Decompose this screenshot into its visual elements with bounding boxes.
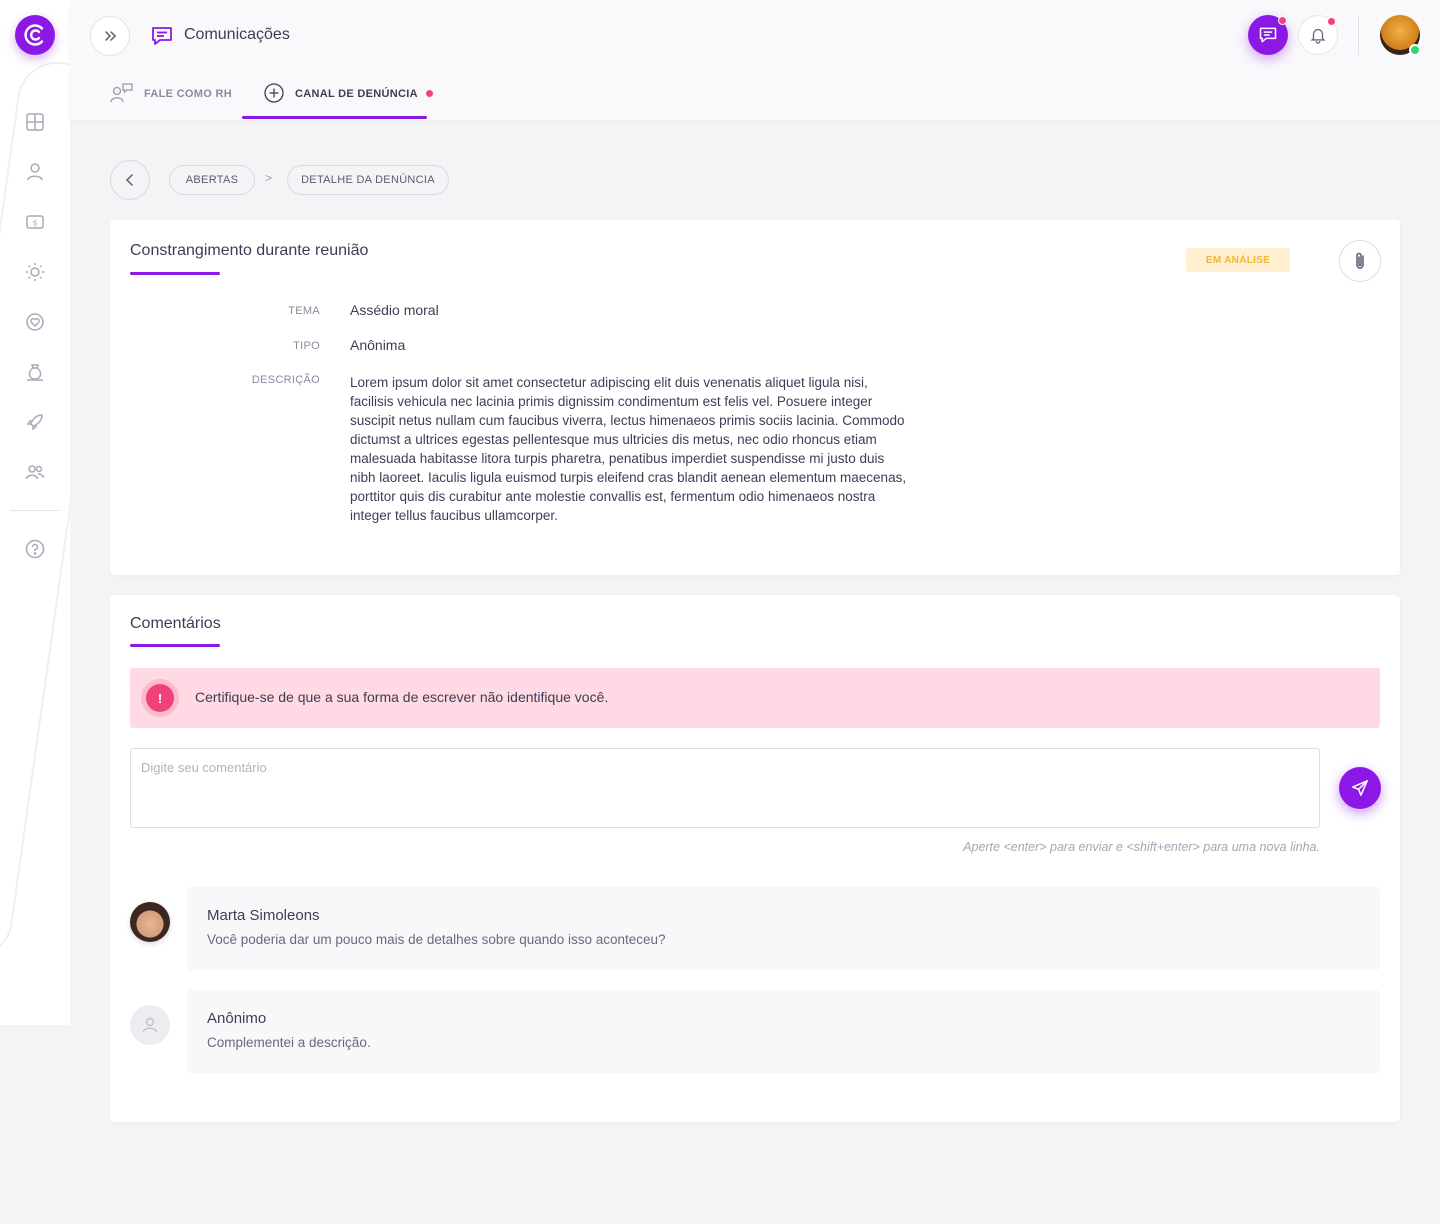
tab-label: CANAL DE DENÚNCIA (295, 88, 418, 100)
tab-fale-como-rh[interactable]: FALE COMO RH (110, 83, 232, 120)
input-hint: Aperte <enter> para enviar e <shift+ente… (963, 840, 1320, 854)
back-button[interactable] (110, 160, 150, 200)
sidebar: $ (0, 0, 70, 1025)
help-icon[interactable] (23, 537, 47, 561)
notifications-dot (1327, 17, 1336, 26)
online-status-dot (1409, 44, 1421, 56)
expand-sidebar-button[interactable] (90, 16, 130, 56)
header-divider (1358, 15, 1359, 55)
descricao-label: DESCRIÇÃO (251, 374, 320, 386)
breadcrumb-abertas[interactable]: ABERTAS (169, 165, 255, 195)
user-icon[interactable] (23, 160, 47, 184)
exclamation-icon: ! (146, 684, 174, 712)
tema-label: TEMA (288, 305, 320, 317)
send-icon (1352, 780, 1368, 796)
rocket-icon[interactable] (23, 410, 47, 434)
tema-value: Assédio moral (350, 302, 439, 318)
svg-text:$: $ (32, 219, 37, 228)
title-underline (130, 272, 220, 275)
comment-text: Complementei a descrição. (207, 1035, 371, 1050)
heart-icon[interactable] (23, 310, 47, 334)
report-title: Constrangimento durante reunião (130, 242, 369, 259)
status-badge: EM ANÁLISE (1186, 248, 1290, 272)
double-chevron-right-icon (105, 31, 117, 41)
team-icon[interactable] (23, 460, 47, 484)
alert-text: Certifique-se de que a sua forma de escr… (195, 689, 609, 705)
anonymous-avatar (130, 1005, 170, 1045)
attachment-button[interactable] (1339, 240, 1381, 282)
user-icon (142, 1017, 158, 1033)
paperclip-icon (1356, 252, 1364, 269)
top-header: Comunicações FALE COMO RH CANAL DE DENÚN… (70, 0, 1440, 120)
send-button[interactable] (1339, 767, 1381, 809)
comment-author: Marta Simoleons (207, 907, 320, 924)
breadcrumb-separator: > (265, 171, 273, 185)
comment-item: Anônimo Complementei a descrição. (187, 990, 1380, 1073)
sidebar-divider (10, 510, 60, 511)
avatar (130, 902, 170, 942)
comments-title: Comentários (130, 615, 221, 632)
tab-canal-de-denuncia[interactable]: CANAL DE DENÚNCIA (242, 83, 433, 120)
comment-item: Marta Simoleons Você poderia dar um pouc… (187, 887, 1380, 970)
money-bag-icon[interactable] (23, 360, 47, 384)
tab-label: FALE COMO RH (144, 88, 232, 100)
dashboard-icon[interactable] (23, 110, 47, 134)
money-icon[interactable]: $ (23, 210, 47, 234)
tipo-value: Anônima (350, 337, 406, 353)
comment-text: Você poderia dar um pouco mais de detalh… (207, 932, 666, 947)
bell-icon (1310, 28, 1326, 44)
talk-icon (110, 83, 133, 103)
page-title: Comunicações (184, 26, 290, 43)
report-detail-card: Constrangimento durante reunião EM ANÁLI… (110, 220, 1400, 575)
tab-notification-dot (425, 90, 433, 97)
descricao-value: Lorem ipsum dolor sit amet consectetur a… (350, 375, 907, 523)
title-underline (130, 644, 220, 647)
chat-icon (150, 24, 174, 48)
comments-card: Comentários ! Certifique-se de que a sua… (110, 595, 1400, 1122)
comment-author: Anônimo (207, 1010, 267, 1027)
tipo-label: TIPO (293, 340, 320, 352)
comment-input[interactable] (130, 748, 1320, 828)
add-circle-icon (264, 83, 284, 103)
sun-icon[interactable] (23, 260, 47, 284)
messages-notification-dot (1278, 16, 1287, 25)
message-icon (1259, 27, 1277, 43)
brand-logo[interactable] (15, 15, 55, 55)
breadcrumb-detalhe[interactable]: DETALHE DA DENÚNCIA (287, 165, 449, 195)
chevron-left-icon (125, 174, 133, 186)
privacy-alert: ! Certifique-se de que a sua forma de es… (130, 668, 1380, 728)
